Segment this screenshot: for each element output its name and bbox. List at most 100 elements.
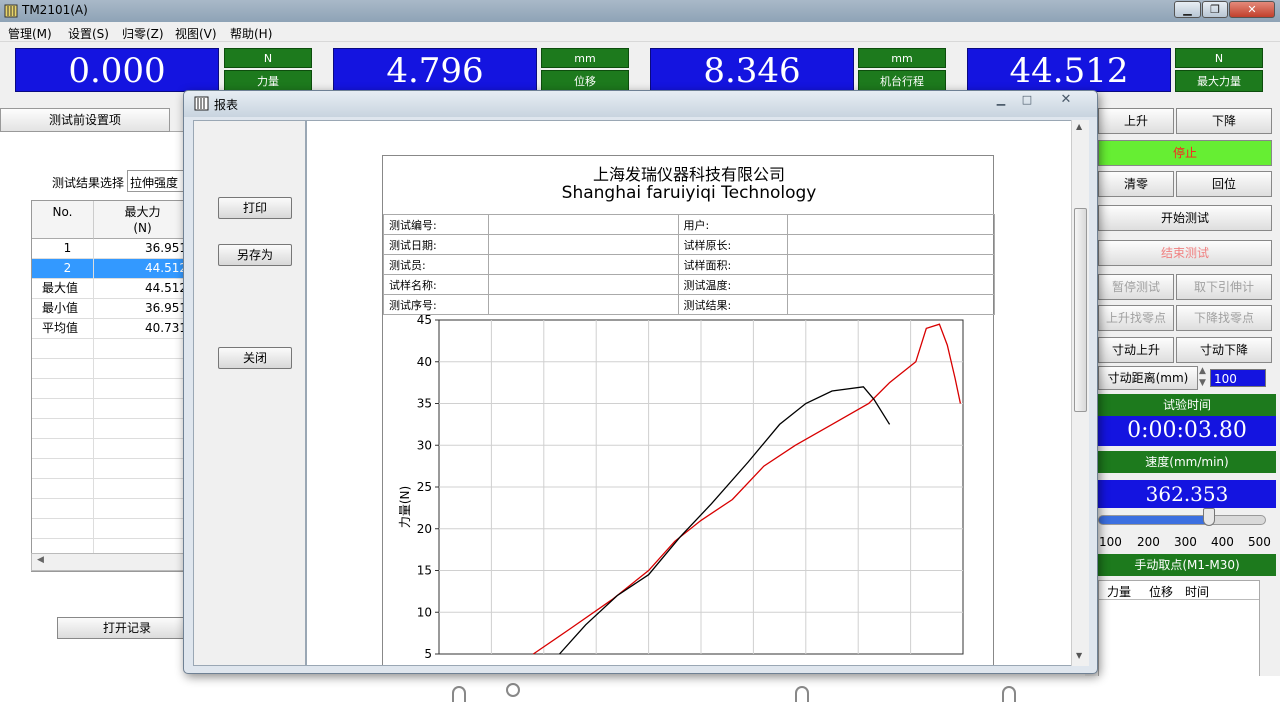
dialog-title-bar[interactable]: 报表 ▁ □ ✕ <box>184 91 1097 117</box>
grid-cell-no[interactable] <box>32 359 94 379</box>
info-field-label: 测试温度: <box>677 274 789 295</box>
info-field-value <box>787 274 995 295</box>
grid-cell-max-force[interactable] <box>94 479 190 499</box>
zero-button[interactable]: 清零 <box>1098 171 1174 197</box>
grid-cell-max-force[interactable]: 44.512 <box>94 259 190 279</box>
speed-scale-500: 500 <box>1248 535 1271 549</box>
window-title: TM2101(A) <box>22 3 88 17</box>
grid-cell-max-force[interactable] <box>94 419 190 439</box>
up-find-zero-button[interactable]: 上升找零点 <box>1098 305 1174 331</box>
info-field-value <box>787 234 995 255</box>
grid-cell-no[interactable] <box>32 499 94 519</box>
open-record-button[interactable]: 打开记录 <box>57 617 197 639</box>
y-tick-label: 5 <box>424 647 432 661</box>
report-icon <box>194 96 209 111</box>
spin-arrows-icon[interactable]: ▲ ▼ <box>1199 365 1206 389</box>
scroll-thumb[interactable] <box>1074 208 1087 412</box>
dialog-close-button[interactable]: ✕ <box>1054 93 1078 109</box>
grid-cell-no[interactable] <box>32 459 94 479</box>
y-tick-label: 10 <box>417 605 432 619</box>
minimize-button[interactable]: ▁ <box>1174 1 1201 18</box>
grid-cell-max-force[interactable] <box>94 399 190 419</box>
dialog-maximize-button[interactable]: □ <box>1016 93 1038 109</box>
grid-cell-max-force[interactable] <box>94 519 190 539</box>
grid-cell-max-force[interactable] <box>94 459 190 479</box>
travel-unit: mm <box>858 48 946 68</box>
force-chart: 5 10 15 20 25 30 35 40 45 力量(N) <box>398 314 964 661</box>
start-test-button[interactable]: 开始测试 <box>1098 205 1272 231</box>
grid-cell-max-force[interactable] <box>94 339 190 359</box>
manual-col-time: 时间 <box>1185 585 1210 599</box>
grid-cell-max-force[interactable]: 40.731 <box>94 319 190 339</box>
dialog-minimize-button[interactable]: ▁ <box>990 93 1012 109</box>
grid-cell-no[interactable]: 平均值 <box>32 319 94 339</box>
manual-grid-divider <box>1099 599 1259 600</box>
info-field-value <box>487 274 679 295</box>
grid-cell-no[interactable]: 最大值 <box>32 279 94 299</box>
speed-scale-100: 100 <box>1099 535 1122 549</box>
grid-cell-max-force[interactable]: 36.951 <box>94 239 190 259</box>
jog-down-button[interactable]: 寸动下降 <box>1176 337 1272 363</box>
speed-slider-track[interactable] <box>1098 515 1266 525</box>
grid-cell-no[interactable] <box>32 519 94 539</box>
close-button[interactable]: ✕ <box>1229 1 1275 18</box>
displacement-unit: mm <box>541 48 629 68</box>
grid-cell-no[interactable]: 2 <box>32 259 94 279</box>
up-button[interactable]: 上升 <box>1098 108 1174 134</box>
end-test-button[interactable]: 结束测试 <box>1098 240 1272 266</box>
jog-up-button[interactable]: 寸动上升 <box>1098 337 1174 363</box>
info-field-label: 试样名称: <box>383 274 489 295</box>
grid-horizontal-scrollbar[interactable]: ◀ <box>31 553 191 571</box>
jog-distance-input[interactable]: 100 <box>1210 369 1266 387</box>
print-button[interactable]: 打印 <box>218 197 292 219</box>
down-find-zero-button[interactable]: 下降找零点 <box>1176 305 1272 331</box>
grid-cell-max-force[interactable]: 44.512 <box>94 279 190 299</box>
remove-extensometer-button[interactable]: 取下引伸计 <box>1176 274 1272 300</box>
menu-settings[interactable]: 设置(S) <box>68 25 109 42</box>
company-name-cn: 上海发瑞仪器科技有限公司 <box>592 165 785 184</box>
dialog-close-action-button[interactable]: 关闭 <box>218 347 292 369</box>
grid-cell-max-force[interactable] <box>94 499 190 519</box>
grid-cell-no[interactable]: 最小值 <box>32 299 94 319</box>
pause-test-button[interactable]: 暂停测试 <box>1098 274 1174 300</box>
y-tick-label: 20 <box>417 522 432 536</box>
stop-button[interactable]: 停止 <box>1098 140 1272 166</box>
grid-cell-no[interactable]: 1 <box>32 239 94 259</box>
info-field-value <box>787 254 995 275</box>
grid-cell-no[interactable] <box>32 419 94 439</box>
down-button[interactable]: 下降 <box>1176 108 1272 134</box>
return-button[interactable]: 回位 <box>1176 171 1272 197</box>
scroll-down-icon[interactable]: ▼ <box>1076 651 1082 660</box>
travel-readout: 8.346 <box>650 48 854 92</box>
info-row: 试样名称: 测试温度: <box>383 274 995 295</box>
grid-cell-no[interactable] <box>32 399 94 419</box>
y-tick-label: 15 <box>417 564 432 578</box>
speed-slider-thumb[interactable] <box>1203 508 1215 526</box>
menu-zero[interactable]: 归零(Z) <box>122 25 164 42</box>
grid-cell-no[interactable] <box>32 479 94 499</box>
test-time-label: 试验时间 <box>1098 394 1276 416</box>
grid-cell-max-force[interactable] <box>94 439 190 459</box>
test-time-value: 0:00:03.80 <box>1098 416 1276 446</box>
grid-cell-max-force[interactable]: 36.951 <box>94 299 190 319</box>
info-field-label: 测试编号: <box>383 214 489 235</box>
menu-view[interactable]: 视图(V) <box>175 25 217 42</box>
tab-pretest-settings[interactable]: 测试前设置项 <box>0 108 170 132</box>
grid-cell-no[interactable] <box>32 339 94 359</box>
report-vertical-scrollbar[interactable]: ▲ ▼ <box>1071 120 1089 666</box>
restore-icon: ❐ <box>1210 3 1220 16</box>
grid-cell-max-force[interactable] <box>94 359 190 379</box>
save-as-button[interactable]: 另存为 <box>218 244 292 266</box>
ring-icon <box>452 686 466 702</box>
maximize-button[interactable]: ❐ <box>1202 1 1228 18</box>
menu-help[interactable]: 帮助(H) <box>230 25 272 42</box>
grid-cell-no[interactable] <box>32 439 94 459</box>
menu-manage[interactable]: 管理(M) <box>8 25 52 42</box>
ring-icon <box>506 683 520 697</box>
grid-cell-max-force[interactable] <box>94 379 190 399</box>
y-tick-label: 30 <box>417 438 432 452</box>
scroll-up-icon[interactable]: ▲ <box>1076 122 1082 131</box>
force-unit: N <box>224 48 312 68</box>
grid-cell-no[interactable] <box>32 379 94 399</box>
grid-header-max-force: 最大力 (N) <box>94 201 190 239</box>
